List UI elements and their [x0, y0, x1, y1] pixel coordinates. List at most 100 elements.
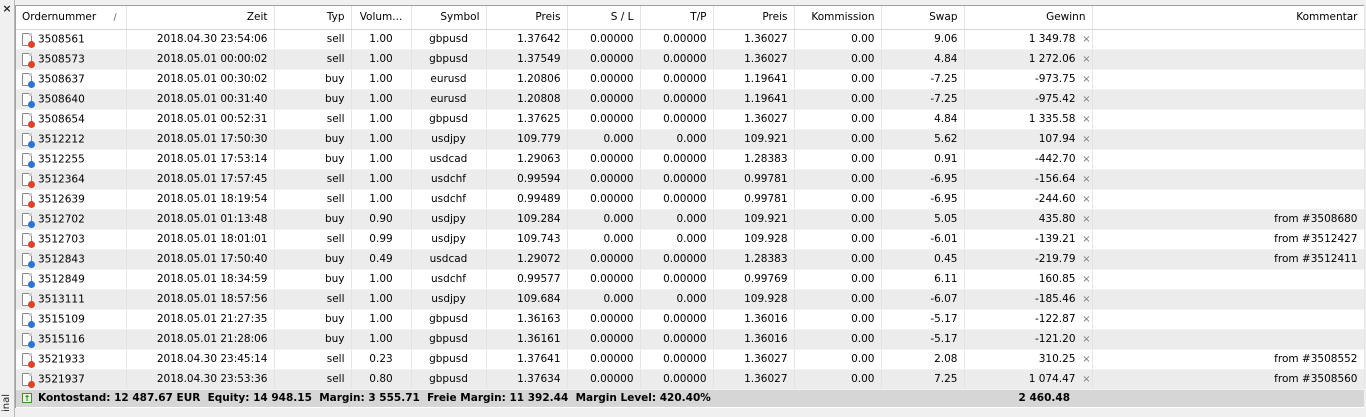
price-current-cell: 1.36027 [713, 49, 795, 70]
type-cell: sell [274, 49, 352, 70]
close-position-icon[interactable]: × [1082, 274, 1092, 285]
sl-cell: 0.000 [567, 289, 641, 310]
close-position-icon[interactable]: × [1082, 74, 1092, 85]
table-row[interactable]: 3521933 2018.04.30 23:45:14 sell 0.23 gbpusd… [16, 349, 1365, 370]
column-header-order[interactable]: Ordernummer / [16, 6, 127, 30]
table-row[interactable]: 3512255 2018.05.01 17:53:14 buy 1.00 usdcad 1… [16, 149, 1365, 170]
price-current-cell: 1.36016 [713, 329, 795, 350]
close-position-icon[interactable]: × [1082, 254, 1092, 265]
price-open-cell: 1.37642 [486, 29, 568, 50]
table-row[interactable]: 3512364 2018.05.01 17:57:45 sell 1.00 usdchf… [16, 169, 1365, 190]
order-number: 3521937 [38, 373, 85, 385]
column-header-price-open[interactable]: Preis [486, 6, 568, 30]
close-icon[interactable]: × [1, 3, 13, 15]
close-position-icon[interactable]: × [1082, 214, 1092, 225]
sl-cell: 0.00000 [567, 369, 641, 390]
profit-value: -185.46 [1034, 293, 1076, 305]
close-position-icon[interactable]: × [1082, 174, 1092, 185]
table-row[interactable]: 3508640 2018.05.01 00:31:40 buy 1.00 eurusd 1… [16, 89, 1365, 110]
time-cell: 2018.05.01 17:50:30 [126, 129, 275, 150]
table-row[interactable]: 3513111 2018.05.01 18:57:56 sell 1.00 usdjpy… [16, 289, 1365, 310]
profit-cell: -442.70 × [964, 149, 1093, 170]
close-position-icon[interactable]: × [1082, 374, 1092, 385]
column-header-commission[interactable]: Kommission [794, 6, 882, 30]
profit-value: 1 335.58 [1028, 113, 1076, 125]
profit-value: 107.94 [1038, 133, 1076, 145]
close-position-icon[interactable]: × [1082, 334, 1092, 345]
commission-cell: 0.00 [794, 229, 882, 250]
tp-cell: 0.00000 [640, 169, 714, 190]
sell-order-icon [22, 232, 35, 248]
type-cell: sell [274, 349, 352, 370]
sl-cell: 0.00000 [567, 29, 641, 50]
order-status-dot [28, 40, 35, 48]
comment-cell: from #3512411 [1092, 249, 1365, 270]
time-cell: 2018.05.01 18:19:54 [126, 189, 275, 210]
type-cell: sell [274, 109, 352, 130]
table-row[interactable]: 3521937 2018.04.30 23:53:36 sell 0.80 gbpusd… [16, 369, 1365, 390]
column-header-volume[interactable]: Volum... [351, 6, 412, 30]
column-header-time[interactable]: Zeit [126, 6, 275, 30]
column-header-symbol[interactable]: Symbol [411, 6, 487, 30]
buy-order-icon [22, 252, 35, 268]
table-row[interactable]: 3508637 2018.05.01 00:30:02 buy 1.00 eurusd 1… [16, 69, 1365, 90]
close-position-icon[interactable]: × [1082, 134, 1092, 145]
volume-cell: 0.90 [351, 209, 412, 230]
close-position-icon[interactable]: × [1082, 314, 1092, 325]
type-cell: buy [274, 249, 352, 270]
close-position-icon[interactable]: × [1082, 294, 1092, 305]
table-row[interactable]: 3508561 2018.04.30 23:54:06 sell 1.00 gbpusd… [16, 29, 1365, 50]
column-header-swap[interactable]: Swap [881, 6, 965, 30]
symbol-cell: usdjpy [411, 209, 487, 230]
order-number: 3521933 [38, 353, 85, 365]
time-cell: 2018.05.01 18:01:01 [126, 229, 275, 250]
commission-cell: 0.00 [794, 49, 882, 70]
close-position-icon[interactable]: × [1082, 34, 1092, 45]
column-header-sl[interactable]: S / L [567, 6, 641, 30]
close-position-icon[interactable]: × [1082, 354, 1092, 365]
column-header-profit[interactable]: Gewinn [964, 6, 1093, 30]
table-row[interactable]: 3508654 2018.05.01 00:52:31 sell 1.00 gbpusd… [16, 109, 1365, 130]
swap-cell: -7.25 [881, 89, 965, 110]
sell-order-icon [22, 352, 35, 368]
price-current-cell: 0.99781 [713, 169, 795, 190]
order-number: 3512703 [38, 233, 85, 245]
volume-cell: 1.00 [351, 189, 412, 210]
order-number: 3508640 [38, 93, 85, 105]
table-row[interactable]: 3515116 2018.05.01 21:28:06 buy 1.00 gbpusd 1… [16, 329, 1365, 350]
profit-value: -244.60 [1034, 193, 1076, 205]
order-cell: 3512639 [16, 189, 127, 210]
type-cell: buy [274, 309, 352, 330]
close-position-icon[interactable]: × [1082, 114, 1092, 125]
close-position-icon[interactable]: × [1082, 234, 1092, 245]
table-row[interactable]: 3512849 2018.05.01 18:34:59 buy 1.00 usdchf 0… [16, 269, 1365, 290]
symbol-cell: usdchf [411, 189, 487, 210]
table-row[interactable]: 3508573 2018.05.01 00:00:02 sell 1.00 gbpusd… [16, 49, 1365, 70]
column-header-tp[interactable]: T/P [640, 6, 714, 30]
table-row[interactable]: 3512702 2018.05.01 01:13:48 buy 0.90 usdjpy 1… [16, 209, 1365, 230]
close-position-icon[interactable]: × [1082, 54, 1092, 65]
side-tab-label[interactable]: inal [1, 391, 13, 415]
table-row[interactable]: 3512212 2018.05.01 17:50:30 buy 1.00 usdjpy 1… [16, 129, 1365, 150]
profit-cell: -121.20 × [964, 329, 1093, 350]
column-header-price-current[interactable]: Preis [713, 6, 795, 30]
table-row[interactable]: 3512703 2018.05.01 18:01:01 sell 0.99 usdjpy… [16, 229, 1365, 250]
table-row[interactable]: 3512843 2018.05.01 17:50:40 buy 0.49 usdcad 1… [16, 249, 1365, 270]
profit-value: 435.80 [1038, 213, 1076, 225]
sell-order-icon [22, 32, 35, 48]
order-status-dot [28, 100, 35, 108]
column-header-type[interactable]: Typ [274, 6, 352, 30]
symbol-cell: gbpusd [411, 329, 487, 350]
table-row[interactable]: 3512639 2018.05.01 18:19:54 sell 1.00 usdchf… [16, 189, 1365, 210]
order-status-dot [28, 140, 35, 148]
close-position-icon[interactable]: × [1082, 194, 1092, 205]
profit-value: -121.20 [1034, 333, 1076, 345]
sort-indicator-icon: / [113, 13, 117, 24]
close-position-icon[interactable]: × [1082, 154, 1092, 165]
order-status-dot [28, 160, 35, 168]
table-row[interactable]: 3515109 2018.05.01 21:27:35 buy 1.00 gbpusd 1… [16, 309, 1365, 330]
column-header-comment[interactable]: Kommentar [1092, 6, 1365, 30]
close-position-icon[interactable]: × [1082, 94, 1092, 105]
order-number: 3508561 [38, 33, 85, 45]
sl-cell: 0.00000 [567, 109, 641, 130]
